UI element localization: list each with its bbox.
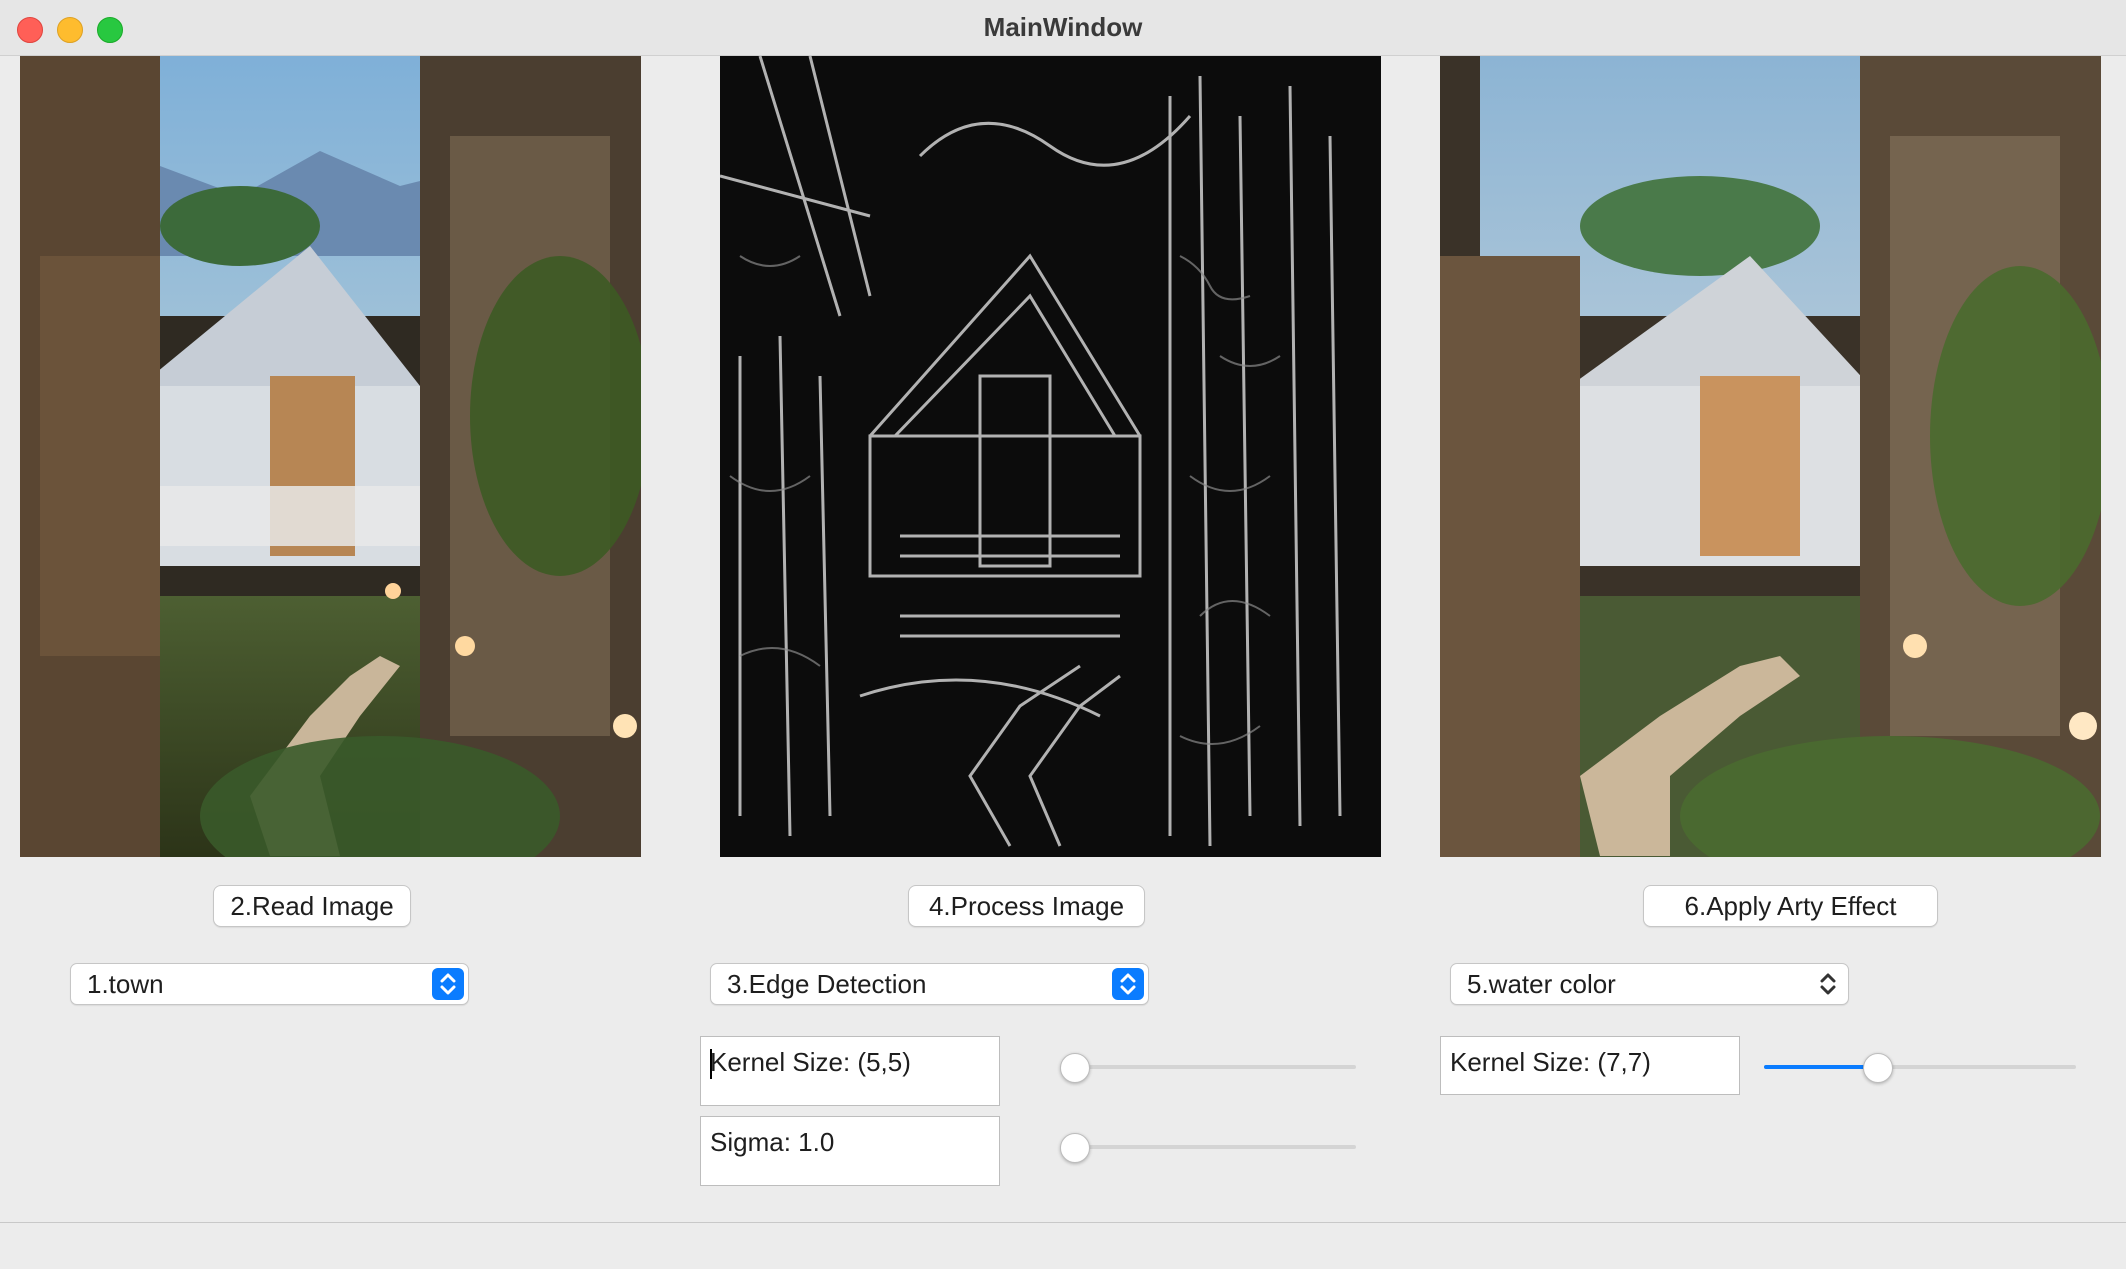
- updown-chevron-icon: [1812, 968, 1844, 1000]
- apply-arty-effect-button[interactable]: 6.Apply Arty Effect: [1643, 885, 1938, 927]
- updown-chevron-icon: [1112, 968, 1144, 1000]
- process-image-button[interactable]: 4.Process Image: [908, 885, 1145, 927]
- kernel-size-text: Kernel Size: (5,5): [710, 1047, 911, 1077]
- window-title: MainWindow: [983, 12, 1143, 42]
- slider-knob[interactable]: [1060, 1133, 1090, 1163]
- process-select-value: 3.Edge Detection: [727, 969, 927, 999]
- arty-kernel-size-slider[interactable]: [1764, 1053, 2076, 1083]
- sigma-slider[interactable]: [1060, 1133, 1356, 1163]
- edge-image: [720, 56, 1381, 857]
- title-bar: MainWindow: [0, 0, 2126, 56]
- image-select-value: 1.town: [87, 969, 164, 999]
- slider-knob[interactable]: [1863, 1053, 1894, 1083]
- sigma-text: Sigma: 1.0: [710, 1127, 835, 1157]
- kernel-size-field[interactable]: Kernel Size: (5,5): [700, 1036, 1000, 1106]
- effect-select-value: 5.water color: [1467, 969, 1616, 999]
- original-image: [20, 56, 641, 857]
- slider-knob[interactable]: [1060, 1053, 1090, 1083]
- arty-kernel-size-field[interactable]: Kernel Size: (7,7): [1440, 1036, 1740, 1095]
- image-select[interactable]: 1.town: [70, 963, 469, 1005]
- arty-kernel-size-text: Kernel Size: (7,7): [1450, 1047, 1651, 1077]
- process-select[interactable]: 3.Edge Detection: [710, 963, 1149, 1005]
- status-bar: [0, 1222, 2126, 1269]
- kernel-size-slider[interactable]: [1060, 1053, 1356, 1083]
- read-image-button[interactable]: 2.Read Image: [213, 885, 411, 927]
- updown-chevron-icon: [432, 968, 464, 1000]
- effect-select[interactable]: 5.water color: [1450, 963, 1849, 1005]
- sigma-field[interactable]: Sigma: 1.0: [700, 1116, 1000, 1186]
- arty-image: [1440, 56, 2101, 857]
